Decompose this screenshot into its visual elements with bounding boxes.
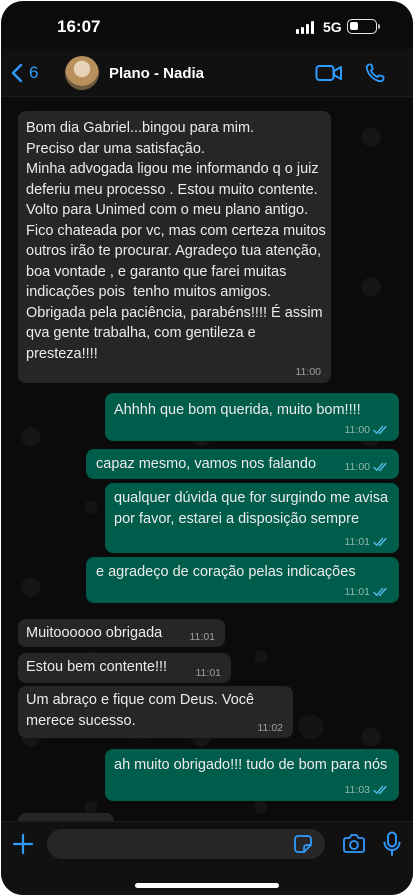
- message-meta: 11:01: [190, 631, 216, 643]
- message-input[interactable]: [47, 829, 325, 859]
- sticker-icon[interactable]: [293, 834, 313, 854]
- battery-icon: [347, 19, 377, 34]
- phone-screen: 16:07 5G 6 Plano - Nadia Bom dia Gabriel…: [1, 1, 413, 895]
- message-text: Muitoooooo obrigada: [26, 625, 163, 641]
- message-time: 11:02: [257, 722, 284, 734]
- message-meta: 11:00: [345, 461, 390, 473]
- message-text: ah muito obrigado!!! tudo de bom para nó…: [114, 757, 388, 773]
- home-indicator[interactable]: [135, 883, 279, 888]
- message-incoming[interactable]: Estou bem contente!!! 11:01: [18, 653, 231, 683]
- status-time: 16:07: [57, 17, 101, 36]
- message-time: 11:01: [195, 667, 222, 679]
- message-outgoing[interactable]: Ahhhh que bom querida, muito bom!!!! 11:…: [105, 393, 399, 441]
- message-meta: 11:01: [345, 586, 390, 598]
- chat-header: 6 Plano - Nadia: [1, 49, 413, 97]
- avatar[interactable]: [65, 56, 99, 90]
- message-time: 11:01: [344, 536, 371, 548]
- message-incoming[interactable]: Muitoooooo obrigada 11:01: [18, 619, 225, 647]
- message-outgoing[interactable]: capaz mesmo, vamos nos falando 11:00: [86, 449, 399, 479]
- double-check-icon: [373, 785, 387, 794]
- camera-icon[interactable]: [342, 833, 366, 855]
- message-text: qualquer dúvida que for surgindo me avis…: [114, 490, 389, 527]
- message-outgoing[interactable]: qualquer dúvida que for surgindo me avis…: [105, 483, 399, 553]
- message-incoming[interactable]: Um abraço e fique com Deus. Você merece …: [18, 686, 293, 738]
- signal-icon: [296, 21, 318, 34]
- back-count: 6: [29, 63, 39, 82]
- back-button[interactable]: 6: [11, 61, 38, 85]
- message-time: 11:00: [344, 461, 371, 473]
- message-meta: 11:03: [345, 784, 390, 796]
- message-incoming-partial[interactable]: [18, 813, 114, 821]
- message-time: 11:00: [295, 366, 322, 378]
- phone-icon[interactable]: [363, 61, 387, 85]
- message-text: capaz mesmo, vamos nos falando: [96, 456, 317, 472]
- video-call-icon[interactable]: [315, 62, 343, 84]
- microphone-icon[interactable]: [382, 831, 402, 857]
- message-meta: 11:00: [296, 366, 322, 378]
- message-meta: 11:02: [258, 722, 284, 734]
- message-time: 11:01: [189, 631, 216, 643]
- message-text: Estou bem contente!!!: [26, 659, 168, 675]
- double-check-icon: [373, 537, 387, 546]
- network-type: 5G: [323, 19, 342, 35]
- double-check-icon: [373, 462, 387, 471]
- message-outgoing[interactable]: e agradeço de coração pelas indicações 1…: [86, 557, 399, 603]
- message-time: 11:03: [344, 784, 371, 796]
- message-meta: 11:00: [345, 424, 390, 436]
- message-text: Um abraço e fique com Deus. Você merece …: [26, 692, 255, 729]
- battery-cap: [378, 24, 380, 29]
- back-chevron-icon: [11, 63, 23, 83]
- status-bar: 16:07 5G: [1, 1, 413, 49]
- message-text: e agradeço de coração pelas indicações: [96, 564, 356, 580]
- message-outgoing[interactable]: ah muito obrigado!!! tudo de bom para nó…: [105, 749, 399, 801]
- plus-icon[interactable]: [11, 832, 35, 856]
- contact-name[interactable]: Plano - Nadia: [109, 65, 204, 82]
- message-meta: 11:01: [196, 667, 222, 679]
- message-text: Bom dia Gabriel...bingou para mim. Preci…: [26, 120, 326, 362]
- message-meta: 11:01: [345, 536, 390, 548]
- message-incoming[interactable]: Bom dia Gabriel...bingou para mim. Preci…: [18, 111, 331, 383]
- message-text: Ahhhh que bom querida, muito bom!!!!: [114, 402, 361, 418]
- double-check-icon: [373, 587, 387, 596]
- message-time: 11:00: [344, 424, 371, 436]
- chat-area[interactable]: Bom dia Gabriel...bingou para mim. Preci…: [1, 97, 413, 821]
- message-time: 11:01: [344, 586, 371, 598]
- double-check-icon: [373, 425, 387, 434]
